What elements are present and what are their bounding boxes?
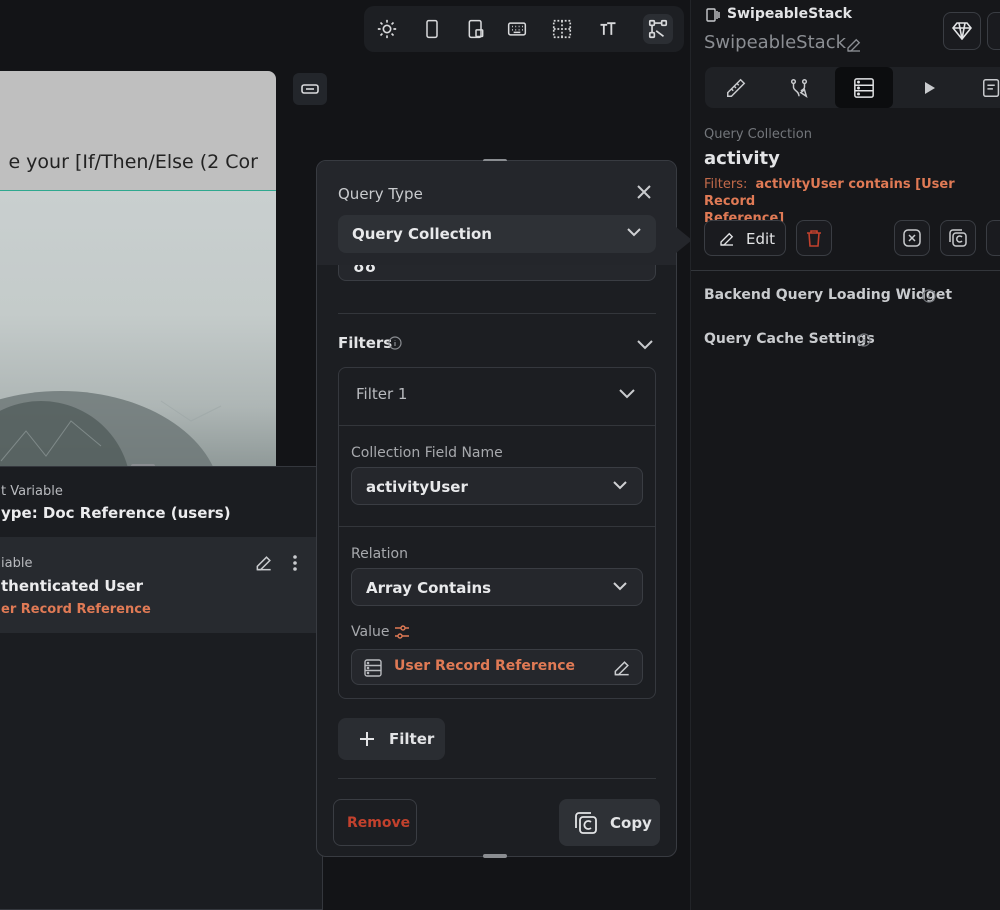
remove-label: Remove	[347, 815, 411, 831]
tab-actions[interactable]	[788, 77, 810, 99]
grid-icon[interactable]	[547, 14, 577, 44]
divider	[338, 778, 656, 779]
tab-backend-query[interactable]	[835, 67, 893, 108]
ruler-pencil-icon	[727, 78, 746, 97]
play-icon	[925, 82, 935, 94]
document-icon	[983, 79, 1000, 97]
widget-type-label: SwipeableStack	[727, 6, 852, 22]
value-field[interactable]: User Record Reference	[351, 649, 643, 685]
divider	[691, 270, 1000, 271]
chevron-down-icon	[613, 481, 627, 490]
divider	[338, 313, 656, 314]
paste-query-button[interactable]	[986, 220, 1000, 256]
collection-field-dropdown[interactable]: activityUser	[351, 467, 643, 505]
phone-preview: e your [If/Then/Else (2 Cor	[0, 71, 276, 491]
variable-item[interactable]: iable thenticated User er Record Referen…	[0, 537, 324, 633]
text-size-icon[interactable]	[593, 14, 623, 44]
cache-settings-label[interactable]: Query Cache Settings	[704, 331, 875, 347]
database-icon	[854, 78, 874, 98]
edit-query-button[interactable]: Edit	[704, 220, 786, 256]
relation-dropdown[interactable]: Array Contains	[351, 568, 643, 606]
delete-query-button[interactable]	[796, 220, 832, 256]
flow-icon	[790, 79, 808, 98]
variable-item-label: iable	[1, 556, 33, 571]
filters-prefix: Filters:	[704, 177, 748, 192]
filter-card: Filter 1 Collection Field Name activityU…	[338, 367, 656, 699]
diamond-icon	[952, 22, 972, 40]
value-label: Value	[351, 624, 390, 640]
chevron-down-icon	[627, 228, 641, 237]
edit-pencil-icon[interactable]	[254, 553, 274, 573]
collapse-toggle-button[interactable]	[293, 73, 327, 105]
edit-pencil-icon	[720, 232, 734, 246]
variable-item-title: thenticated User	[1, 577, 144, 595]
add-filter-label: Filter	[389, 730, 435, 748]
database-icon	[364, 659, 382, 677]
sun-icon[interactable]	[372, 14, 402, 44]
property-tabs	[705, 67, 1000, 108]
tablet-icon[interactable]	[461, 14, 491, 44]
info-icon	[857, 333, 871, 347]
keyboard-icon[interactable]	[502, 14, 532, 44]
variable-x-icon	[903, 229, 921, 247]
widget-name[interactable]: SwipeableStack	[704, 32, 846, 53]
more-button[interactable]	[987, 12, 1000, 50]
variable-section-label: t Variable	[1, 484, 63, 499]
add-filter-button[interactable]: Filter	[338, 718, 445, 760]
diamond-button[interactable]	[943, 12, 981, 50]
query-kind-label: Query Collection	[704, 127, 812, 142]
collection-field-value: activityUser	[366, 478, 468, 496]
settings-sliders-icon[interactable]	[394, 625, 410, 639]
edit-query-label: Edit	[746, 230, 776, 248]
query-type-value: Query Collection	[352, 225, 492, 243]
copy-label: Copy	[610, 814, 652, 832]
loading-widget-label[interactable]: Backend Query Loading Widget	[704, 287, 952, 303]
swipe-widget-icon	[705, 7, 721, 23]
copy-icon	[949, 229, 967, 247]
copy-query-button[interactable]	[940, 220, 976, 256]
trash-icon	[807, 230, 821, 247]
variable-button[interactable]	[894, 220, 930, 256]
copy-icon	[575, 812, 597, 834]
remove-button[interactable]: Remove	[333, 799, 417, 846]
query-panel: Query Type Query Collection ʊʊ Filters F…	[316, 160, 677, 857]
collection-field-label: Collection Field Name	[351, 445, 503, 461]
chevron-down-icon	[613, 582, 627, 591]
properties-panel: SwipeableStack SwipeableStack Query Coll…	[690, 0, 1000, 910]
query-type-label: Query Type	[338, 185, 423, 203]
tab-preview[interactable]	[923, 80, 937, 96]
close-icon[interactable]	[635, 183, 653, 201]
copy-button[interactable]: Copy	[559, 799, 660, 846]
variable-panel: t Variable ype: Doc Reference (users) ia…	[0, 466, 324, 910]
relation-label: Relation	[351, 546, 408, 562]
chevron-down-icon[interactable]	[636, 339, 654, 350]
phone-icon[interactable]	[417, 14, 447, 44]
filters-label: Filters	[338, 334, 393, 352]
divider	[339, 526, 655, 527]
relation-value: Array Contains	[366, 579, 492, 597]
tab-documentation[interactable]	[981, 77, 1000, 99]
swipeable-stack-image[interactable]	[0, 190, 276, 491]
phone-title-text: e your [If/Then/Else (2 Cor	[8, 151, 258, 173]
info-icon	[922, 289, 936, 303]
collection-name: activity	[704, 148, 780, 169]
value-value: User Record Reference	[394, 658, 575, 674]
widget-tree-icon[interactable]	[643, 14, 673, 44]
query-type-header: Query Type Query Collection	[317, 161, 676, 265]
variable-item-value: er Record Reference	[1, 602, 151, 617]
divider	[339, 425, 655, 426]
edit-pencil-icon[interactable]	[845, 36, 863, 54]
tab-properties[interactable]	[725, 77, 747, 99]
variable-type-label: ype: Doc Reference (users)	[1, 504, 231, 522]
edit-pencil-icon[interactable]	[612, 658, 632, 678]
query-type-dropdown[interactable]: Query Collection	[338, 215, 656, 253]
canvas-toolbar	[364, 6, 684, 52]
drag-handle[interactable]	[483, 854, 507, 858]
chevron-down-icon[interactable]	[618, 388, 636, 399]
filter1-label: Filter 1	[356, 385, 408, 403]
more-vertical-icon[interactable]	[291, 555, 299, 571]
info-icon	[388, 336, 402, 350]
